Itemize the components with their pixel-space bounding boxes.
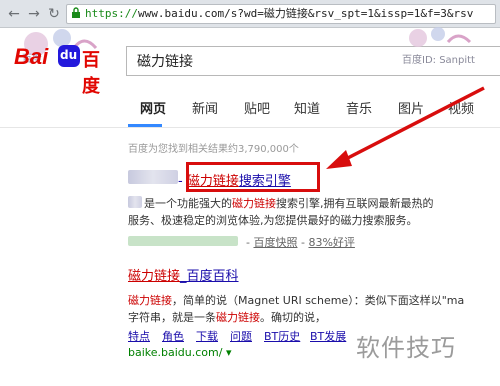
bottom-watermark: 软件技巧 (356, 334, 456, 362)
